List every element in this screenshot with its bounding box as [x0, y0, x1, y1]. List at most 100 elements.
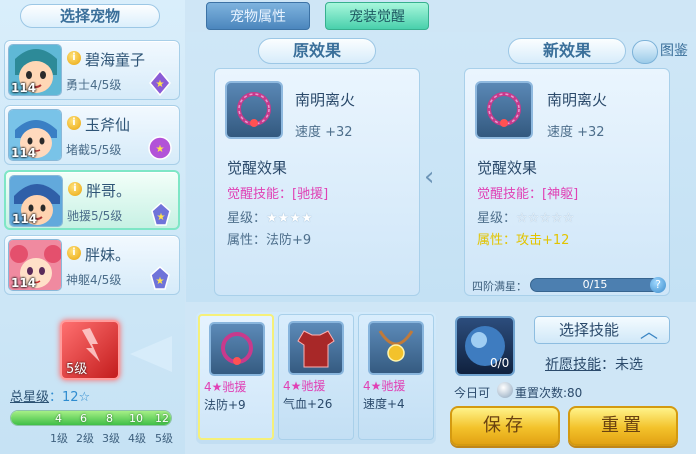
pet-card-2[interactable]: 114 i 玉斧仙 堵截5/5级 ★ — [4, 105, 180, 165]
pet-level: 114 — [11, 276, 37, 290]
pet-avatar: 114 — [8, 109, 62, 161]
awaken-skill-row: 觉醒技能：[神躯] — [477, 183, 578, 202]
item-speed: 速度 +32 — [295, 125, 353, 140]
tick-label: 12 — [155, 412, 169, 425]
chevron-up-icon[interactable]: ︿ — [640, 318, 658, 344]
svg-text:★: ★ — [156, 79, 165, 90]
svg-text:★: ★ — [156, 144, 165, 155]
star-label: 星级： — [227, 211, 267, 226]
reset-button[interactable]: 重置 — [568, 406, 678, 446]
faction-badge-icon: ★ — [150, 265, 170, 290]
pet-card-1[interactable]: 114 i 碧海童子 勇士4/5级 ★ — [4, 40, 180, 100]
tick-label: 10 — [129, 412, 143, 425]
awaken-skill-value: [驰援] — [292, 187, 329, 202]
total-star-progress-bar — [10, 410, 172, 426]
equip-slot-2[interactable]: 4★驰援 气血+26 — [278, 314, 354, 440]
awaken-skill-label: 觉醒技能： — [477, 187, 543, 202]
info-icon[interactable]: i — [68, 182, 82, 196]
attribute-label: 属性： — [477, 233, 517, 248]
pet-card-3-selected[interactable]: 114 i 胖哥。 驰援5/5级 ★ — [4, 170, 180, 230]
star-level-label: 5级 — [155, 432, 173, 445]
faction-badge-icon: ★ — [148, 136, 172, 160]
tab-gear-awaken[interactable]: 宠装觉醒 — [325, 2, 429, 30]
total-star-level: 总星级：12☆ — [10, 386, 90, 405]
pet-skill-level: 驰援5/5级 — [67, 209, 123, 223]
arrow-left-icon — [130, 336, 172, 372]
wish-skill-label[interactable]: 祈愿技能 — [545, 357, 601, 373]
equip-slot-1-selected[interactable]: 4★驰援 法防+9 — [198, 314, 274, 440]
awaken-skill-row: 觉醒技能：[驰援] — [227, 183, 328, 202]
pet-name: 胖哥。 — [86, 182, 132, 200]
awaken-effect-heading: 觉醒效果 — [477, 159, 538, 177]
pet-skill-level: 神躯4/5级 — [66, 273, 122, 287]
star-level-label: 3级 — [102, 432, 120, 445]
slot-item-name: 4★驰援 — [363, 379, 406, 393]
full-star-label: 四阶满星： — [472, 280, 527, 293]
slot-item-attr: 速度+4 — [363, 397, 405, 411]
chevron-left-icon: ‹ — [424, 162, 435, 192]
pet-name: 玉斧仙 — [85, 116, 131, 134]
star-level-label: 1级 — [50, 432, 68, 445]
pet-avatar: 114 — [8, 239, 62, 291]
info-icon[interactable]: i — [67, 51, 81, 65]
pet-level: 114 — [11, 146, 37, 160]
total-star-label: 总星级 — [10, 390, 50, 405]
faction-badge-icon: ★ — [151, 201, 171, 226]
tab-pet-attributes[interactable]: 宠物属性 — [206, 2, 310, 30]
full-star-progress-bar: 0/15 — [530, 278, 660, 292]
progress-fill — [11, 411, 171, 425]
pet-name: 碧海童子 — [85, 51, 146, 69]
item-speed: 速度 +32 — [547, 125, 605, 140]
guide-button[interactable]: 图鉴 — [660, 40, 688, 60]
item-level: 5级 — [66, 362, 88, 377]
help-icon[interactable]: ? — [650, 277, 666, 293]
pet-level: 114 — [12, 212, 38, 226]
select-pet-title: 选择宠物 — [20, 4, 160, 28]
info-icon[interactable]: i — [67, 246, 81, 260]
info-icon[interactable]: i — [67, 116, 81, 130]
necklace-icon — [225, 81, 283, 139]
tick-label: 8 — [106, 412, 113, 425]
pet-skill-level: 堵截5/5级 — [66, 143, 122, 157]
attribute-label: 属性： — [227, 233, 267, 248]
slot-item-name: 4★驰援 — [283, 379, 326, 393]
slot-item-attr: 法防+9 — [204, 398, 246, 412]
save-button[interactable]: 保存 — [450, 406, 560, 446]
awaken-item-icon[interactable]: 5级 — [60, 320, 120, 380]
attribute-value: 攻击+12 — [516, 233, 570, 248]
star-label: 星级： — [477, 211, 517, 226]
wish-skill-row: 祈愿技能：未选 — [545, 354, 643, 374]
necklace-icon — [475, 81, 533, 139]
original-effect-title: 原效果 — [258, 38, 376, 64]
star-rating: ★★★★ — [266, 211, 313, 226]
guide-book-icon[interactable] — [632, 40, 658, 64]
armor-icon — [288, 321, 344, 375]
star-row: 星级：☆☆☆☆☆ — [477, 207, 574, 226]
attribute-row: 属性：法防+9 — [227, 229, 311, 248]
pet-avatar: 114 — [9, 175, 63, 227]
slot-item-name: 4★驰援 — [204, 380, 247, 394]
tick-label: 6 — [80, 412, 87, 425]
awaken-skill-label: 觉醒技能： — [227, 187, 293, 202]
amulet-icon — [368, 321, 424, 375]
star-row: 星级：★★★★ — [227, 207, 313, 226]
star-level-label: 4级 — [128, 432, 146, 445]
today-label: 今日可 — [454, 386, 491, 400]
item-name: 南明离火 — [547, 91, 608, 109]
orb-count: 0/0 — [490, 356, 510, 370]
svg-text:★: ★ — [157, 212, 166, 223]
new-effect-panel: 南明离火 速度 +32 觉醒效果 觉醒技能：[神躯] 星级：☆☆☆☆☆ 属性：攻… — [464, 68, 670, 296]
necklace-icon — [209, 322, 265, 376]
svg-text:★: ★ — [156, 276, 165, 287]
reset-count: 重置次数:80 — [515, 386, 583, 400]
total-star-value: ：12☆ — [49, 390, 91, 405]
tick-label: 4 — [55, 412, 62, 425]
pet-skill-level: 勇士4/5级 — [66, 78, 122, 92]
pet-card-4[interactable]: 114 i 胖妹。 神躯4/5级 ★ — [4, 235, 180, 295]
attribute-row: 属性：攻击+12 — [477, 229, 569, 248]
pet-name: 胖妹。 — [85, 246, 131, 264]
slot-item-attr: 气血+26 — [283, 397, 333, 411]
original-effect-panel: 南明离火 速度 +32 觉醒效果 觉醒技能：[驰援] 星级：★★★★ 属性：法防… — [214, 68, 420, 296]
equip-slot-3[interactable]: 4★驰援 速度+4 — [358, 314, 434, 440]
awaken-skill-value: [神躯] — [542, 187, 579, 202]
